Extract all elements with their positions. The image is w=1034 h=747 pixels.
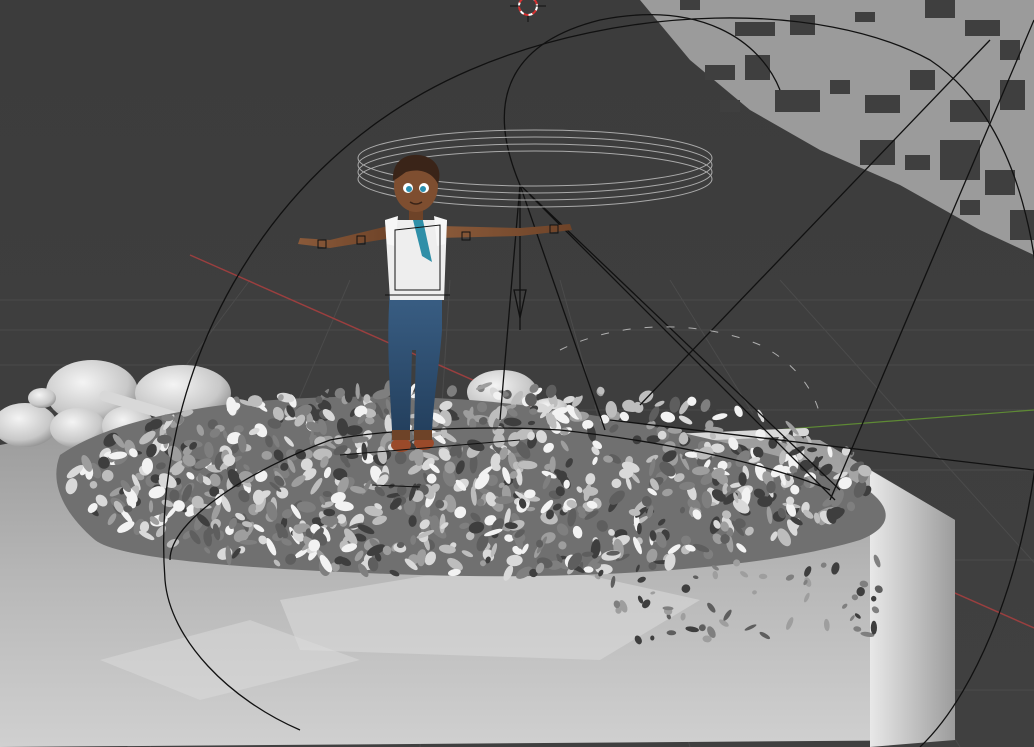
3d-cursor[interactable]: [510, 0, 546, 22]
leaf: [239, 539, 258, 545]
leaf: [416, 551, 426, 567]
leaf: [648, 406, 660, 422]
leaf: [734, 405, 743, 417]
leaf: [446, 385, 457, 397]
leaf: [678, 415, 693, 425]
leaf: [597, 386, 605, 395]
leaf: [654, 400, 665, 407]
sky-shadow-texture[interactable]: [640, 0, 1034, 255]
viewport-canvas[interactable]: [0, 0, 1034, 747]
leaf: [582, 486, 599, 496]
leaf: [148, 500, 154, 513]
leaf: [161, 414, 174, 422]
leaf: [870, 620, 877, 635]
3d-viewport[interactable]: [0, 0, 1034, 747]
